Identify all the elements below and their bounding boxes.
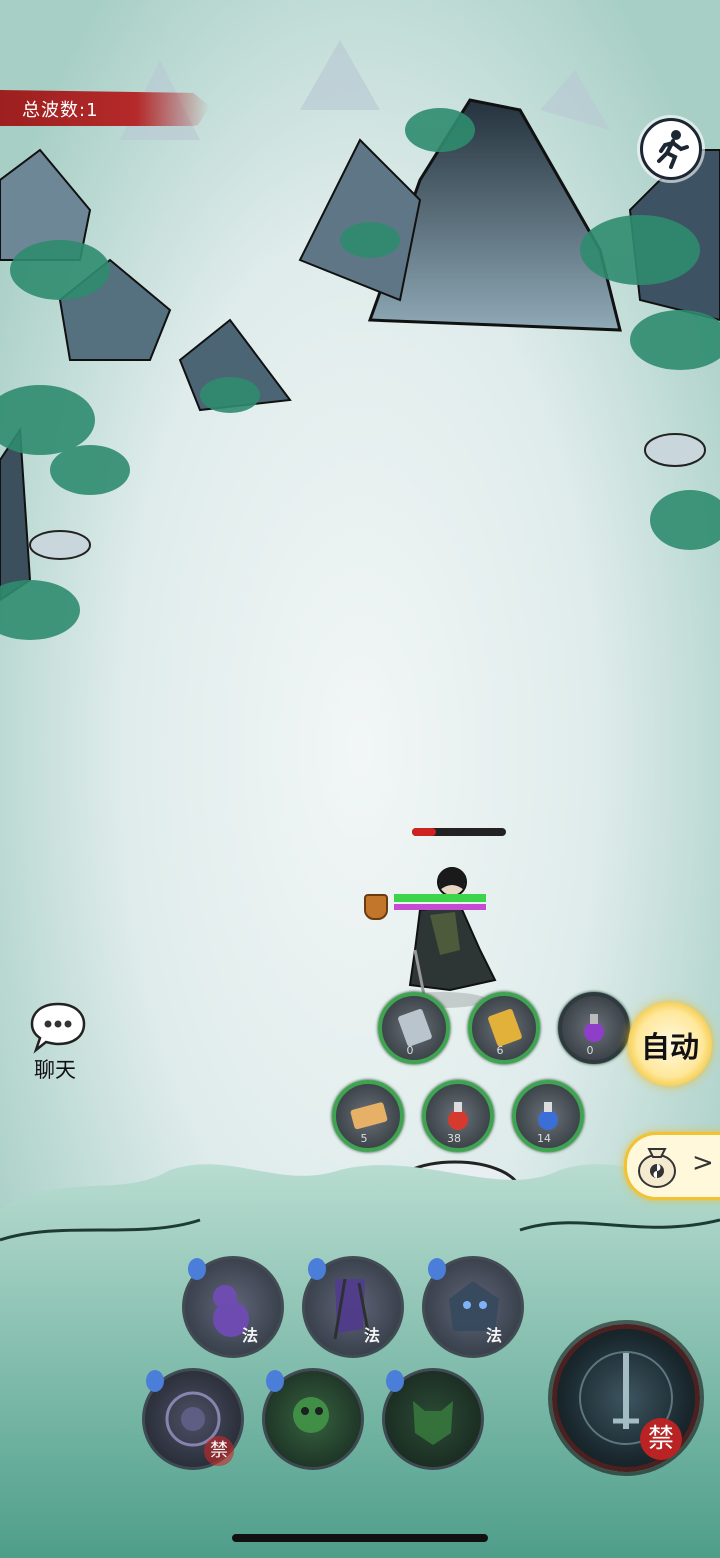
money-bag-icon [638,1148,676,1188]
blue-flame-icon [428,1258,446,1280]
auto-battle-label: 自动 [640,1030,699,1064]
item-count: 0 [406,1044,414,1057]
game-scene: 总波数:1 聊天 0 6 0 自动 5 38 14 > 法 法 法 禁 禁 [0,0,720,1558]
home-indicator[interactable] [232,1534,488,1542]
blue-flame-icon [146,1370,164,1392]
enemy-health-fill [412,828,436,836]
item-count: 38 [447,1132,461,1145]
player-health-fill [394,894,486,902]
player-health-bar [394,894,486,902]
running-man-icon [657,130,689,169]
player-mana-fill [394,904,486,910]
player-character [397,867,497,1008]
item-count: 0 [586,1044,594,1057]
player-crest-icon [364,894,388,920]
skill-tag: 法 [486,1326,503,1345]
speech-bubble-icon [30,1002,86,1054]
skill-tag: 法 [242,1326,259,1345]
ultimate-forbidden-tag: 禁 [640,1418,682,1460]
forbidden-tag: 禁 [204,1436,234,1466]
chat-label: 聊天 [34,1058,76,1082]
blue-flame-icon [188,1258,206,1280]
blue-flame-icon [266,1370,284,1392]
wave-count-label: 总波数:1 [22,100,99,121]
item-count: 5 [360,1132,368,1145]
bag-arrow-icon: > [692,1148,714,1178]
blue-flame-icon [308,1258,326,1280]
item-count: 14 [537,1132,551,1145]
skill-tag: 法 [364,1326,381,1345]
player-mana-bar [394,904,486,910]
flee-button[interactable] [640,118,702,180]
item-count: 6 [496,1044,504,1057]
enemy-health-bar [412,828,506,836]
blue-flame-icon [386,1370,404,1392]
